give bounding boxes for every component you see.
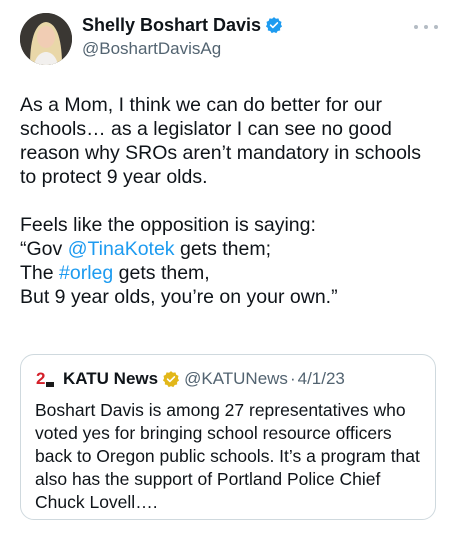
- avatar[interactable]: [20, 13, 72, 65]
- quoted-author-name[interactable]: KATU News: [63, 369, 158, 389]
- author-name-row: Shelly Boshart Davis: [82, 14, 283, 36]
- tweet-line: Feels like the opposition is saying:: [20, 214, 316, 236]
- gold-verified-badge-icon: [163, 371, 180, 388]
- quoted-tweet-text: Boshart Davis is among 27 representative…: [35, 399, 430, 514]
- tweet-text-segment: gets them,: [113, 262, 210, 284]
- quoted-tweet-header: 2 KATU News @KATUNews · 4/1/23: [35, 369, 345, 389]
- tweet-text-segment: “Gov: [20, 238, 68, 260]
- quoted-tweet-line: voted yes for bringing school resource o…: [35, 423, 392, 443]
- author-info: Shelly Boshart Davis @BoshartDavisAg: [82, 14, 283, 60]
- more-options-icon[interactable]: [414, 22, 438, 32]
- quoted-tweet-line: Boshart Davis is among 27 representative…: [35, 400, 406, 420]
- tweet-line: The #orleg gets them,: [20, 261, 450, 285]
- svg-text:2: 2: [36, 369, 45, 388]
- more-dot: [414, 25, 418, 29]
- tweet-line: But 9 year olds, you’re on your own.”: [20, 286, 338, 308]
- quoted-tweet-card[interactable]: 2 KATU News @KATUNews · 4/1/23 Boshart D…: [20, 354, 436, 520]
- tweet-text-segment: gets them;: [174, 238, 272, 260]
- tweet-text-segment: The: [20, 262, 60, 284]
- tweet-line: “Gov @TinaKotek gets them;: [20, 237, 450, 261]
- quoted-tweet-line: also has the support of Portland Police …: [35, 469, 381, 489]
- quoted-tweet-date[interactable]: 4/1/23: [298, 369, 345, 389]
- tweet-line: As a Mom, I think we can do better for o…: [20, 94, 382, 116]
- more-dot: [424, 25, 428, 29]
- quoted-tweet-line: back to Oregon public schools. It’s a pr…: [35, 446, 420, 466]
- author-handle[interactable]: @BoshartDavisAg: [82, 38, 283, 60]
- separator-dot: ·: [289, 369, 296, 388]
- tweet-line: to protect 9 year olds.: [20, 166, 208, 188]
- tweet-text: As a Mom, I think we can do better for o…: [20, 93, 450, 309]
- quoted-tweet-line: Chuck Lovell….: [35, 492, 158, 512]
- tweet-line: reason why SROs aren’t mandatory in scho…: [20, 142, 422, 164]
- author-display-name[interactable]: Shelly Boshart Davis: [82, 14, 261, 36]
- verified-badge-icon: [266, 17, 283, 34]
- more-dot: [434, 25, 438, 29]
- avatar-image: [20, 13, 72, 65]
- hashtag-link[interactable]: #orleg: [59, 262, 113, 284]
- quoted-author-handle[interactable]: @KATUNews: [184, 369, 288, 389]
- katu-2-logo-icon: 2: [36, 369, 54, 388]
- mention-link[interactable]: @TinaKotek: [68, 238, 175, 260]
- tweet-line: schools… as a legislator I can see no go…: [20, 118, 392, 140]
